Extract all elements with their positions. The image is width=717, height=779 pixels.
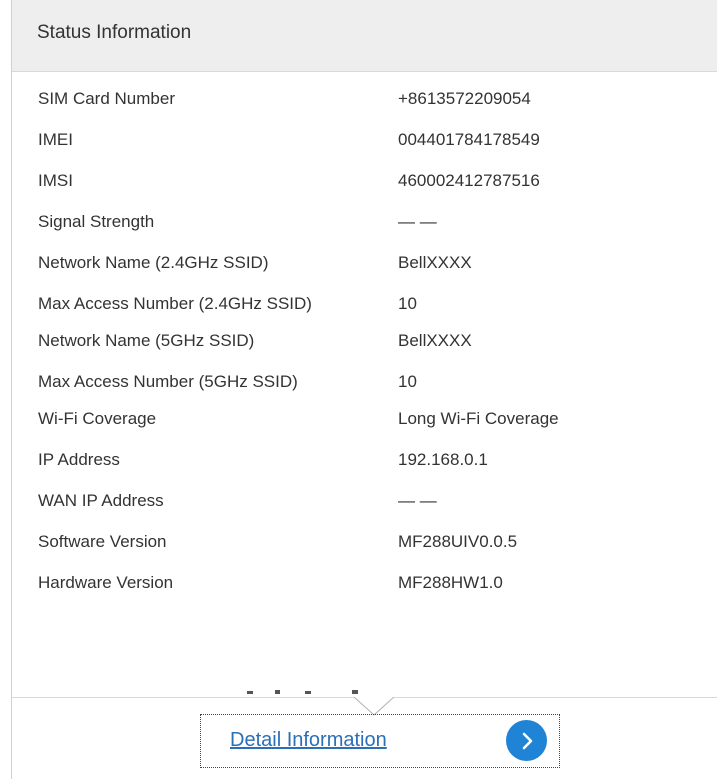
row-wifi-coverage: Wi-Fi Coverage Long Wi-Fi Coverage [12,407,717,431]
row-label: Software Version [38,532,167,551]
row-value: MF288UIV0.0.5 [398,532,518,551]
row-value: 004401784178549 [398,130,540,149]
row-value: 10 [398,294,417,313]
panel-title: Status Information [37,22,192,43]
row-label: Network Name (2.4GHz SSID) [38,253,269,272]
row-label: IMEI [38,130,73,149]
row-value: BellXXXX [398,331,472,350]
row-value: 10 [398,372,417,391]
row-imsi: IMSI 460002412787516 [12,169,717,193]
row-ip-address: IP Address 192.168.0.1 [12,448,717,472]
row-network-name-5ghz: Network Name (5GHz SSID) BellXXXX [12,329,717,353]
row-max-access-5ghz: Max Access Number (5GHz SSID) 10 [12,370,717,394]
row-network-name-24ghz: Network Name (2.4GHz SSID) BellXXXX [12,251,717,275]
row-value: 192.168.0.1 [398,450,488,469]
row-value: — — [398,491,437,510]
row-value: — — [398,212,437,231]
row-value: 460002412787516 [398,171,540,190]
row-value: BellXXXX [398,253,472,272]
row-label: Wi-Fi Coverage [38,409,157,428]
row-label: Max Access Number (5GHz SSID) [38,372,298,391]
row-imei: IMEI 004401784178549 [12,128,717,152]
row-value: +8613572209054 [398,89,531,108]
row-wan-ip-address: WAN IP Address — — [12,489,717,513]
row-label: Hardware Version [38,573,174,592]
row-label: IP Address [38,450,120,469]
row-label: Max Access Number (2.4GHz SSID) [38,294,312,313]
row-label: Signal Strength [38,212,155,231]
status-table: SIM Card Number +8613572209054 IMEI 0044… [12,72,717,595]
row-hardware-version: Hardware Version MF288HW1.0 [12,571,717,595]
row-value: MF288HW1.0 [398,573,503,592]
detail-information-link[interactable]: Detail Information [230,729,387,752]
row-label: Network Name (5GHz SSID) [38,331,255,350]
panel-header: Status Information [12,0,717,72]
row-value: Long Wi-Fi Coverage [398,409,559,428]
row-label: WAN IP Address [38,491,164,510]
detail-information-button[interactable]: Detail Information [200,714,560,768]
row-label: SIM Card Number [38,89,175,108]
row-sim-card-number: SIM Card Number +8613572209054 [12,87,717,111]
row-signal-strength: Signal Strength — — [12,210,717,234]
chevron-right-icon[interactable] [506,720,547,761]
status-information-panel: Status Information SIM Card Number +8613… [11,0,717,779]
row-max-access-24ghz: Max Access Number (2.4GHz SSID) 10 [12,292,717,316]
row-label: IMSI [38,171,73,190]
row-software-version: Software Version MF288UIV0.0.5 [12,530,717,554]
clipped-text-fragment [247,690,358,694]
